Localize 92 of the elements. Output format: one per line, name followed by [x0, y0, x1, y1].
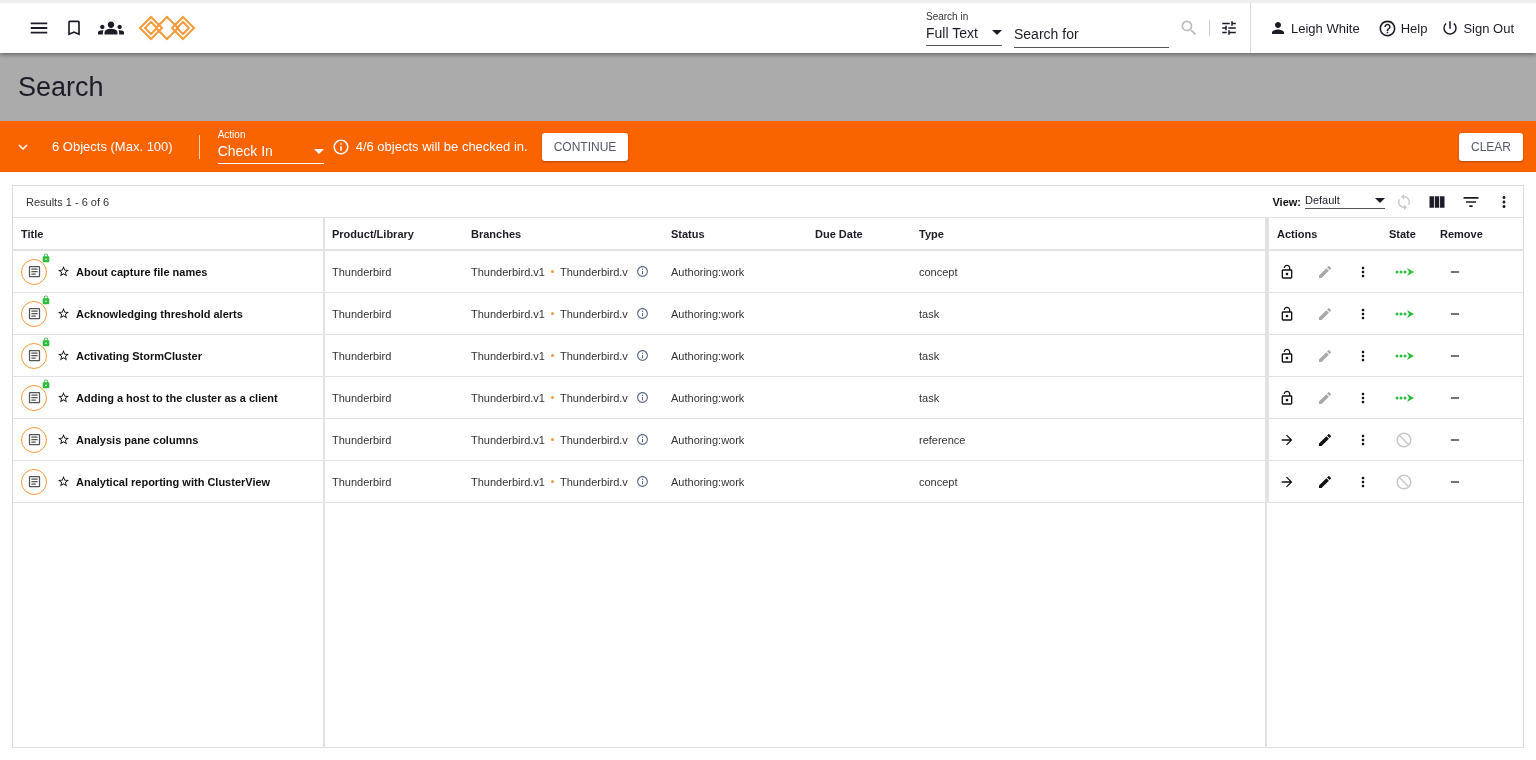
- person-icon: [1269, 19, 1287, 37]
- star-icon[interactable]: [57, 475, 70, 488]
- branch-text: Thunderbird.v: [560, 307, 628, 320]
- logo-icon: [138, 15, 196, 41]
- help-link[interactable]: Help: [1377, 18, 1428, 38]
- view-label: View:: [1272, 195, 1301, 208]
- type-text: task: [919, 307, 940, 320]
- user-link[interactable]: Leigh White: [1269, 19, 1360, 37]
- action-label: Action: [217, 129, 247, 140]
- status-text: Authoring:work: [671, 265, 745, 278]
- separator-dot: [551, 438, 554, 441]
- continue-button[interactable]: CONTINUE: [541, 132, 629, 161]
- branch-text: Thunderbird.v: [560, 391, 628, 404]
- unlock-icon[interactable]: [1279, 263, 1295, 280]
- separator-dot: [551, 354, 554, 357]
- title-link[interactable]: Adding a host to the cluster as a client: [76, 391, 278, 404]
- product-text: Thunderbird: [332, 307, 392, 320]
- page-title: Search: [18, 71, 104, 103]
- title-link[interactable]: About capture file names: [76, 265, 208, 278]
- edit-pencil-icon[interactable]: [1317, 431, 1333, 448]
- title-link[interactable]: Analysis pane columns: [76, 433, 199, 446]
- branch-text: Thunderbird.v1: [471, 265, 545, 278]
- help-icon: [1377, 18, 1397, 38]
- separator-dot: [551, 480, 554, 483]
- status-text: Authoring:work: [671, 307, 745, 320]
- branch-text: Thunderbird.v: [560, 265, 628, 278]
- caret-icon: [1375, 197, 1385, 203]
- column-header[interactable]: Product/Library: [332, 227, 414, 240]
- column-header[interactable]: Branches: [471, 227, 522, 240]
- branch-text: Thunderbird.v1: [471, 307, 545, 320]
- column-header[interactable]: Actions: [1277, 227, 1318, 240]
- column-header[interactable]: Title: [21, 227, 44, 240]
- info-icon[interactable]: [635, 391, 649, 404]
- unlock-icon[interactable]: [1279, 305, 1295, 322]
- info-icon[interactable]: [635, 265, 649, 278]
- star-icon[interactable]: [57, 349, 70, 362]
- column-header[interactable]: Type: [919, 227, 944, 240]
- sign-out-link[interactable]: Sign Out: [1441, 19, 1514, 37]
- info-icon[interactable]: [635, 307, 649, 320]
- view-dropdown[interactable]: Default: [1305, 194, 1385, 209]
- product-text: Thunderbird: [332, 349, 392, 362]
- status-text: Authoring:work: [671, 475, 745, 488]
- branch-text: Thunderbird.v1: [471, 433, 545, 446]
- results-summary: Results 1 - 6 of 6: [26, 195, 110, 208]
- title-link[interactable]: Activating StormCluster: [76, 349, 202, 362]
- separator-dot: [551, 312, 554, 315]
- separator-dot: [551, 270, 554, 273]
- star-icon[interactable]: [57, 433, 70, 446]
- title-link[interactable]: Analytical reporting with ClusterView: [76, 475, 271, 488]
- search-in-label: Search in: [926, 10, 970, 22]
- info-message: 4/6 objects will be checked in.: [355, 139, 528, 154]
- branch-text: Thunderbird.v: [560, 433, 628, 446]
- caret-icon: [992, 30, 1002, 35]
- column-header[interactable]: State: [1389, 227, 1416, 240]
- power-icon: [1441, 19, 1460, 37]
- star-icon[interactable]: [57, 307, 70, 320]
- unlock-icon[interactable]: [1279, 389, 1295, 406]
- product-text: Thunderbird: [332, 391, 392, 404]
- branch-text: Thunderbird.v1: [471, 349, 545, 362]
- type-text: task: [919, 349, 940, 362]
- info-icon: [331, 137, 350, 156]
- title-link[interactable]: Acknowledging threshold alerts: [76, 307, 243, 320]
- status-text: Authoring:work: [671, 433, 745, 446]
- type-text: reference: [919, 433, 966, 446]
- column-header[interactable]: Status: [671, 227, 705, 240]
- type-text: concept: [919, 475, 958, 488]
- branch-text: Thunderbird.v1: [471, 475, 545, 488]
- info-icon[interactable]: [635, 475, 649, 488]
- search-in-dropdown[interactable]: Full Text: [926, 21, 1002, 46]
- branch-text: Thunderbird.v: [560, 349, 628, 362]
- column-header[interactable]: Remove: [1440, 227, 1483, 240]
- branch-text: Thunderbird.v: [560, 475, 628, 488]
- status-text: Authoring:work: [671, 391, 745, 404]
- selection-count: 6 Objects (Max. 100): [52, 139, 173, 154]
- separator-dot: [551, 396, 554, 399]
- edit-pencil-icon[interactable]: [1317, 473, 1333, 490]
- type-text: task: [919, 391, 940, 404]
- info-icon[interactable]: [635, 433, 649, 446]
- clear-button[interactable]: CLEAR: [1459, 132, 1523, 161]
- star-icon[interactable]: [57, 265, 70, 278]
- status-text: Authoring:work: [671, 349, 745, 362]
- caret-icon: [313, 148, 324, 154]
- star-icon[interactable]: [57, 391, 70, 404]
- type-text: concept: [919, 265, 958, 278]
- unlock-icon[interactable]: [1279, 347, 1295, 364]
- info-icon[interactable]: [635, 349, 649, 362]
- product-text: Thunderbird: [332, 475, 392, 488]
- column-header[interactable]: Due Date: [815, 227, 863, 240]
- settings-sliders-icon[interactable]: [1220, 19, 1238, 37]
- product-text: Thunderbird: [332, 433, 392, 446]
- product-text: Thunderbird: [332, 265, 392, 278]
- branch-text: Thunderbird.v1: [471, 391, 545, 404]
